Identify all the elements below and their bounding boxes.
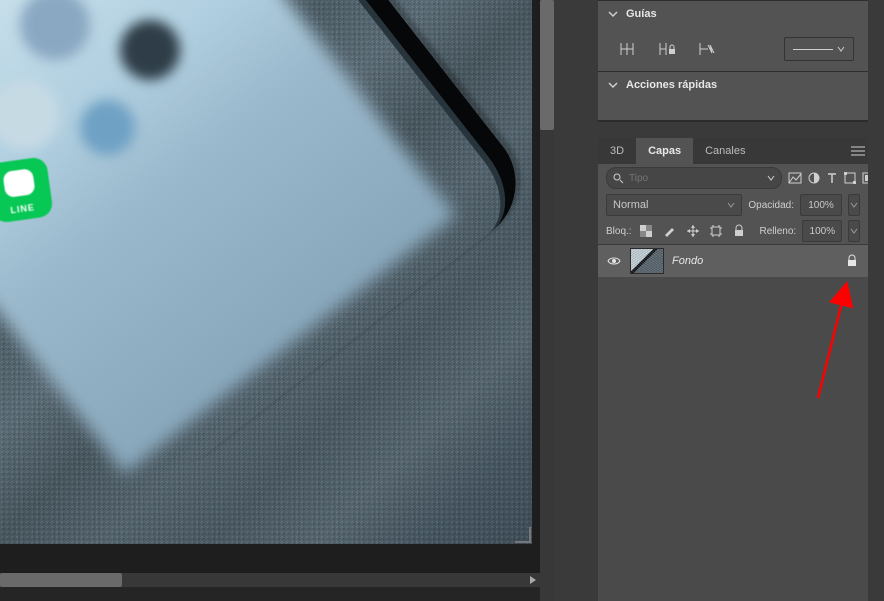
guides-section-header[interactable]: Guías — [598, 0, 868, 27]
filter-shape-icon[interactable] — [844, 169, 856, 187]
panel-tabs: 3D Capas Canales — [598, 138, 868, 164]
horizontal-scrollbar[interactable] — [0, 573, 540, 587]
selection-corner-icon — [515, 527, 531, 543]
blend-mode-select[interactable]: Normal — [606, 194, 742, 216]
lock-label: Bloq.: — [606, 226, 632, 237]
opacity-input[interactable]: 100% — [800, 194, 842, 216]
fill-stepper[interactable] — [848, 220, 860, 242]
blend-mode-value: Normal — [613, 199, 648, 211]
lock-guides-button[interactable] — [652, 35, 682, 63]
layer-type-filter[interactable] — [606, 167, 782, 189]
layer-item[interactable]: Fondo — [598, 245, 868, 277]
right-edge-gutter — [868, 0, 884, 601]
layers-panel: 3D Capas Canales Normal — [598, 138, 868, 601]
tab-channels[interactable]: Canales — [693, 138, 757, 164]
fill-input[interactable]: 100% — [802, 220, 842, 242]
chevron-down-icon — [767, 174, 775, 182]
guide-style-select[interactable] — [784, 37, 854, 61]
layer-filter-row — [598, 164, 868, 192]
lock-icon — [847, 255, 857, 267]
eye-icon — [607, 256, 621, 266]
layer-thumbnail[interactable] — [630, 248, 664, 274]
document-image[interactable]: LINE — [0, 0, 532, 544]
horizontal-scroll-thumb[interactable] — [0, 573, 122, 587]
scroll-right-arrow-icon[interactable] — [528, 575, 538, 585]
menu-icon — [851, 146, 865, 156]
line-app-icon: LINE — [0, 156, 54, 224]
properties-panel: Guías — [598, 0, 868, 120]
filter-adjust-icon[interactable] — [808, 169, 820, 187]
lock-pixels-button[interactable] — [661, 222, 678, 240]
chevron-down-icon — [608, 9, 618, 19]
layer-name[interactable]: Fondo — [672, 255, 836, 267]
clear-guides-button[interactable] — [692, 35, 722, 63]
line-app-label: LINE — [10, 202, 36, 215]
tab-layers[interactable]: Capas — [636, 138, 693, 164]
layer-visibility-toggle[interactable] — [606, 253, 622, 269]
vertical-scrollbar[interactable] — [540, 0, 554, 601]
chevron-down-icon — [727, 201, 735, 209]
vertical-scroll-thumb[interactable] — [540, 0, 554, 130]
layer-type-filter-input[interactable] — [627, 172, 763, 185]
layer-lock-icon[interactable] — [844, 253, 860, 269]
lock-artboard-button[interactable] — [707, 222, 724, 240]
fill-label: Relleno: — [760, 226, 797, 237]
quick-actions-title: Acciones rápidas — [626, 79, 717, 91]
chevron-down-icon — [837, 45, 845, 53]
guides-body — [598, 27, 868, 71]
align-guides-button[interactable] — [612, 35, 642, 63]
panel-menu-button[interactable] — [848, 138, 868, 164]
canvas-area: LINE — [0, 0, 540, 601]
layers-list: Fondo — [598, 244, 868, 601]
lock-transparent-button[interactable] — [638, 222, 655, 240]
opacity-label: Opacidad: — [748, 200, 794, 211]
lock-all-button[interactable] — [730, 222, 747, 240]
quick-actions-section-header[interactable]: Acciones rápidas — [598, 71, 868, 98]
filter-text-icon[interactable] — [826, 169, 838, 187]
search-icon — [613, 173, 623, 183]
guides-title: Guías — [626, 8, 657, 20]
filter-pixel-icon[interactable] — [788, 169, 802, 187]
lock-position-button[interactable] — [684, 222, 701, 240]
blend-row: Normal Opacidad: 100% — [598, 192, 868, 218]
tab-3d[interactable]: 3D — [598, 138, 636, 164]
photo: LINE — [0, 0, 532, 544]
chevron-down-icon — [608, 80, 618, 90]
opacity-stepper[interactable] — [848, 194, 860, 216]
lock-row: Bloq.: Relleno: 100% — [598, 218, 868, 244]
